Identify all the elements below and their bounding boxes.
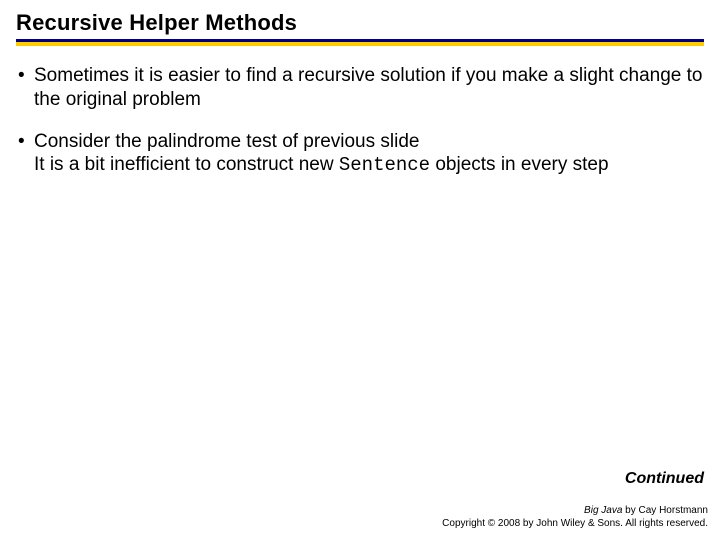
bullet-text: objects in every step <box>430 154 608 175</box>
title-block: Recursive Helper Methods <box>16 10 704 46</box>
slide-body: Sometimes it is easier to find a recursi… <box>16 46 704 178</box>
footer-byline: by Cay Horstmann <box>622 505 708 516</box>
bullet-text: Consider the palindrome test of previous… <box>34 131 419 152</box>
footer-book-title: Big Java <box>584 505 622 516</box>
slide: Recursive Helper Methods Sometimes it is… <box>0 0 720 540</box>
continued-label: Continued <box>625 470 704 488</box>
bullet-item: Sometimes it is easier to find a recursi… <box>16 64 704 112</box>
footer-copyright: Copyright © 2008 by John Wiley & Sons. A… <box>442 518 708 531</box>
bullet-list: Sometimes it is easier to find a recursi… <box>16 64 704 178</box>
code-literal: Sentence <box>339 154 430 176</box>
bullet-item: Consider the palindrome test of previous… <box>16 130 704 179</box>
slide-title: Recursive Helper Methods <box>16 10 704 39</box>
bullet-text: Sometimes it is easier to find a recursi… <box>34 65 703 110</box>
bullet-text: It is a bit inefficient to construct new <box>34 154 339 175</box>
footer-line-1: Big Java by Cay Horstmann <box>442 505 708 518</box>
footer: Big Java by Cay Horstmann Copyright © 20… <box>442 505 708 530</box>
